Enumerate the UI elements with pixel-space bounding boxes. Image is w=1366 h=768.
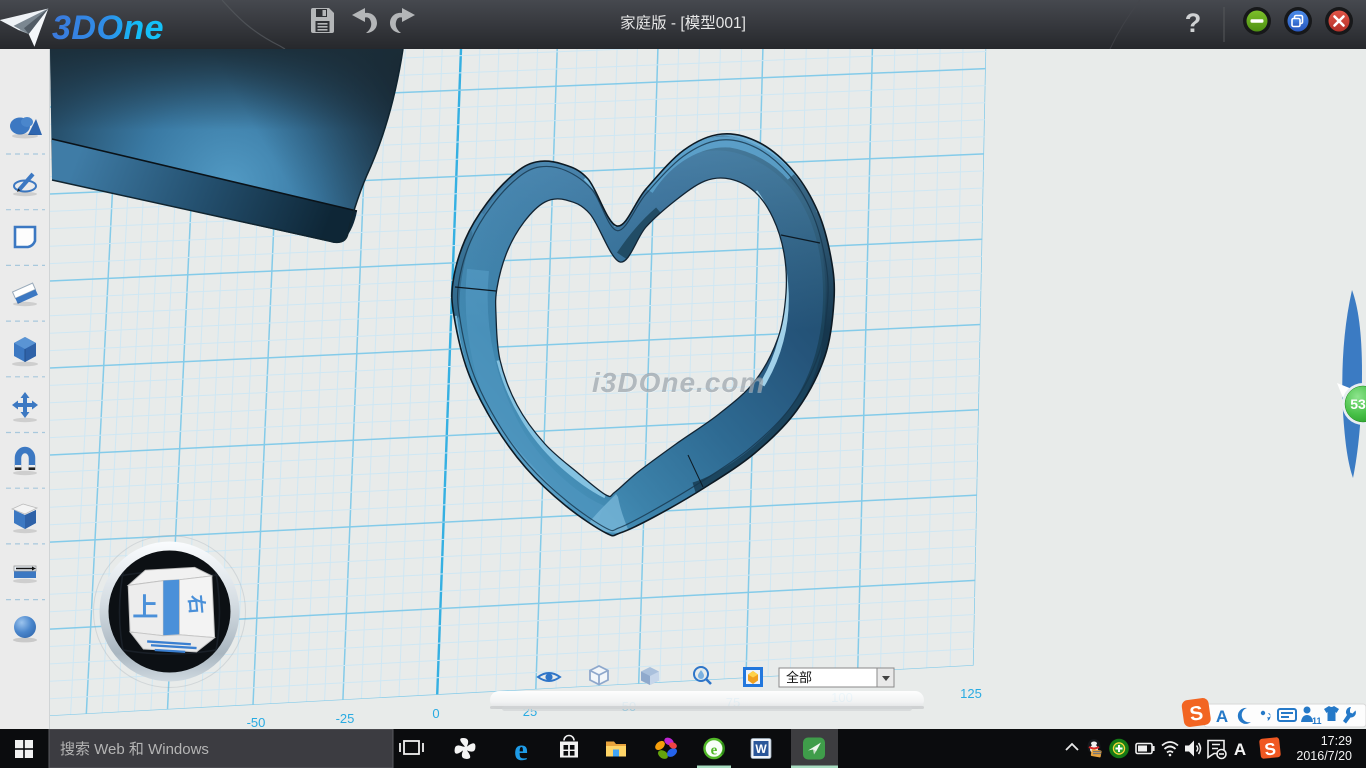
svg-text:125: 125 xyxy=(960,686,982,701)
svg-text:右: 右 xyxy=(184,593,209,615)
svg-text:A: A xyxy=(1216,707,1228,726)
svg-text:53: 53 xyxy=(1350,396,1366,412)
svg-text:e: e xyxy=(514,732,528,767)
svg-text:e: e xyxy=(711,743,718,759)
svg-text:2016/7/20: 2016/7/20 xyxy=(1296,749,1352,763)
svg-text:A: A xyxy=(1234,740,1246,759)
svg-text:3DOne: 3DOne xyxy=(52,9,164,47)
svg-text:?: ? xyxy=(1185,8,1202,38)
svg-text:上: 上 xyxy=(132,593,158,622)
svg-text:-50: -50 xyxy=(247,715,266,730)
svg-text:S: S xyxy=(1264,739,1277,759)
svg-text:0: 0 xyxy=(432,706,439,721)
svg-text:i3DOne.com: i3DOne.com xyxy=(592,367,765,398)
svg-text:17:29: 17:29 xyxy=(1321,734,1352,748)
svg-text:全部: 全部 xyxy=(786,670,812,685)
svg-text:11: 11 xyxy=(1312,716,1322,726)
svg-text:家庭版 - [模型001]: 家庭版 - [模型001] xyxy=(620,14,746,32)
svg-text:W: W xyxy=(755,742,767,756)
svg-text:-25: -25 xyxy=(336,711,355,726)
svg-text:搜索 Web 和 Windows: 搜索 Web 和 Windows xyxy=(60,741,209,758)
